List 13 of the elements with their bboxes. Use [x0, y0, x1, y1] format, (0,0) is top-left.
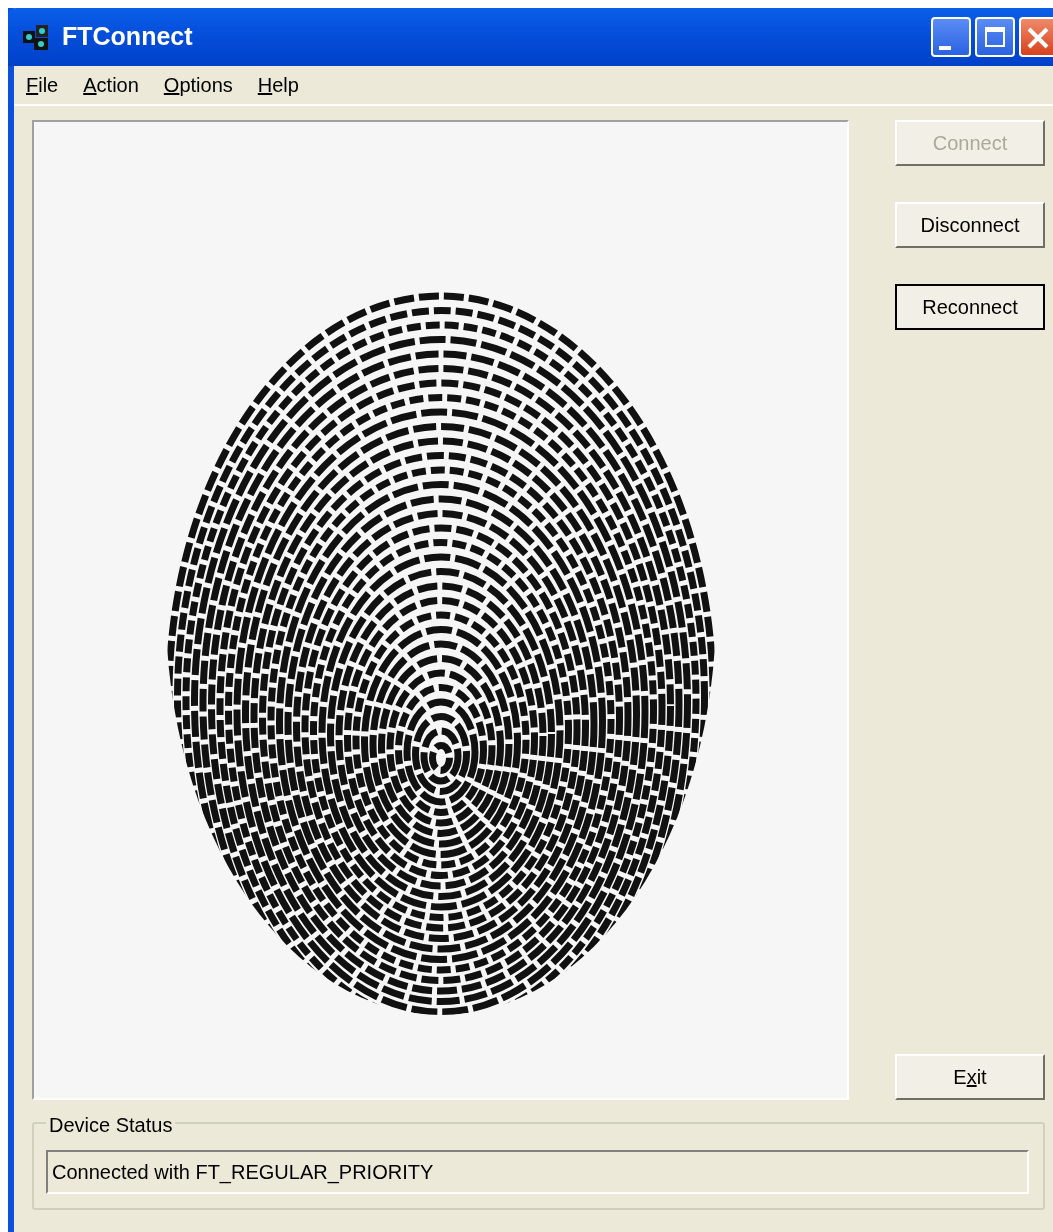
menu-item[interactable]: Help [257, 70, 299, 100]
menu-item[interactable]: File [26, 70, 59, 100]
menu-item[interactable]: Action [83, 70, 139, 100]
exit-button[interactable]: Exit [895, 1054, 1045, 1100]
status-field: Connected with FT_REGULAR_PRIORITY [46, 1150, 1029, 1194]
action-button[interactable]: Disconnect [895, 202, 1045, 248]
close-button[interactable] [1019, 17, 1053, 57]
minimize-icon [939, 45, 951, 50]
action-button[interactable]: Reconnect [895, 284, 1045, 330]
minimize-button[interactable] [931, 17, 971, 57]
window-title: FTConnect [62, 21, 193, 53]
menu-item[interactable]: Options [163, 70, 233, 100]
maximize-button[interactable] [975, 17, 1015, 57]
